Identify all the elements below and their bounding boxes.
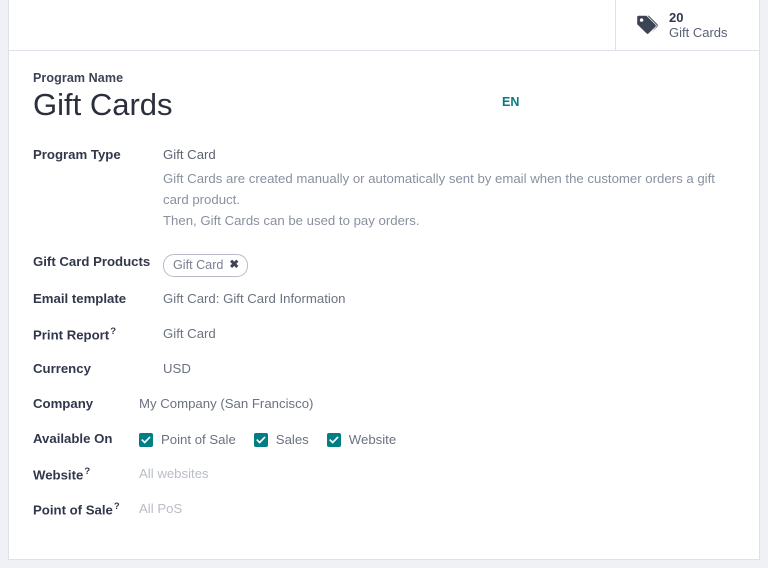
website-label-text: Website xyxy=(33,467,84,483)
point-of-sale-label-text: Point of Sale xyxy=(33,502,113,518)
stat-button-box-empty-area xyxy=(9,0,616,50)
currency-label: Currency xyxy=(33,361,91,377)
close-icon[interactable]: ✖ xyxy=(229,257,239,274)
checkbox-label-point-of-sale: Point of Sale xyxy=(161,432,236,448)
program-type-label: Program Type xyxy=(33,146,121,162)
stat-button-text: 20 Gift Cards xyxy=(669,10,728,41)
available-on-checkbox-group: Point of Sale Sales Website xyxy=(139,431,735,447)
program-name-value[interactable]: Gift Cards xyxy=(33,87,735,123)
currency-value[interactable]: USD xyxy=(163,359,735,376)
email-template-value[interactable]: Gift Card: Gift Card Information xyxy=(163,289,735,306)
program-type-description-line1: Gift Cards are created manually or autom… xyxy=(163,170,715,208)
field-row-available-on: Available On Point of Sale Sales Website xyxy=(33,429,735,452)
tag-label: Gift Card xyxy=(173,257,224,272)
gift-card-products-label: Gift Card Products xyxy=(33,253,151,269)
field-row-gift-card-products: Gift Card Products Gift Card ✖ xyxy=(33,252,735,278)
point-of-sale-input[interactable]: All PoS xyxy=(139,499,735,516)
tag-gift-card[interactable]: Gift Card ✖ xyxy=(163,253,249,278)
field-row-program-type: Program Type Gift Card Gift Cards are cr… xyxy=(33,145,735,232)
stat-label: Gift Cards xyxy=(669,25,728,40)
checkbox-label-website: Website xyxy=(348,432,397,448)
email-template-label: Email template xyxy=(33,291,127,307)
checkbox-checked-icon[interactable] xyxy=(326,432,341,447)
program-type-value[interactable]: Gift Card xyxy=(163,147,735,162)
company-value[interactable]: My Company (San Francisco) xyxy=(139,394,735,411)
checkbox-checked-icon[interactable] xyxy=(253,432,268,447)
print-report-label-text: Print Report xyxy=(33,327,110,343)
field-row-website: Website? All websites xyxy=(33,464,735,487)
field-row-currency: Currency USD xyxy=(33,359,735,382)
field-row-company: Company My Company (San Francisco) xyxy=(33,394,735,417)
checkbox-item-website[interactable]: Website xyxy=(326,432,397,448)
record-form-view: 20 Gift Cards Program Name Gift Cards EN… xyxy=(8,0,760,560)
field-row-print-report: Print Report? Gift Card xyxy=(33,324,735,347)
gift-card-products-value[interactable]: Gift Card ✖ xyxy=(163,252,735,278)
checkbox-checked-icon[interactable] xyxy=(139,432,153,447)
help-icon-print-report[interactable]: ? xyxy=(110,326,116,337)
help-icon-point-of-sale[interactable]: ? xyxy=(114,501,120,512)
title-block: Program Name Gift Cards EN xyxy=(33,71,735,123)
checkbox-label-sales: Sales xyxy=(275,432,309,448)
tag-icon xyxy=(634,12,660,38)
program-type-description-line2: Then, Gift Cards can be used to pay orde… xyxy=(163,213,420,229)
form-sheet: Program Name Gift Cards EN Program Type … xyxy=(9,51,759,559)
program-name-label: Program Name xyxy=(33,71,124,85)
field-row-email-template: Email template Gift Card: Gift Card Info… xyxy=(33,289,735,312)
language-badge[interactable]: EN xyxy=(502,95,519,109)
checkbox-item-sales[interactable]: Sales xyxy=(253,432,309,448)
print-report-label: Print Report? xyxy=(33,324,163,342)
field-row-point-of-sale: Point of Sale? All PoS xyxy=(33,499,735,522)
stat-value: 20 xyxy=(669,9,684,25)
checkbox-item-point-of-sale[interactable]: Point of Sale xyxy=(139,432,236,447)
help-icon-website[interactable]: ? xyxy=(84,466,90,477)
available-on-value: Point of Sale Sales Website xyxy=(139,429,735,447)
website-input[interactable]: All websites xyxy=(139,464,735,481)
program-type-value-group: Gift Card Gift Cards are created manuall… xyxy=(163,145,735,232)
stat-button-box: 20 Gift Cards xyxy=(9,0,759,51)
print-report-value[interactable]: Gift Card xyxy=(163,324,735,341)
stat-button-gift-cards[interactable]: 20 Gift Cards xyxy=(616,0,759,50)
